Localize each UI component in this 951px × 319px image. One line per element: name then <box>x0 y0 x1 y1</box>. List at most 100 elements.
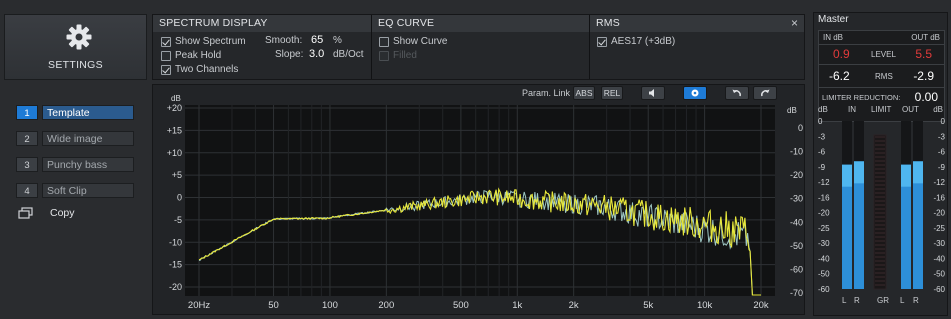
out-meter-header: OUT <box>902 105 919 114</box>
meter-scale-label: -60 <box>818 285 830 293</box>
in-right-meter-peak <box>854 161 864 184</box>
divider <box>819 44 944 45</box>
eq-curve-header: EQ CURVE <box>372 15 589 32</box>
meter-scale-label: -16 <box>933 193 945 202</box>
preset-name: Template <box>42 104 134 120</box>
spectrum-display: Param. Link ABS REL +20 +15 +10 +5 0 -5 -10 -15… <box>152 84 805 315</box>
checkbox-box <box>597 36 607 47</box>
copy-icon <box>18 207 33 219</box>
y2-tick-label: -30 <box>790 194 803 204</box>
y-tick-label: +10 <box>167 148 182 158</box>
y-tick-label: -10 <box>169 237 182 247</box>
meter-db-label-right: dB <box>933 105 943 114</box>
two-channels-label: Two Channels <box>175 64 239 75</box>
filled-checkbox[interactable]: Filled <box>379 49 417 62</box>
preset-number: 3 <box>16 156 38 172</box>
preset-number: 1 <box>16 104 38 120</box>
preset-slot-2[interactable]: 2 Wide image <box>16 130 134 146</box>
y2-tick-label: -10 <box>790 147 803 157</box>
meter-scale-label: -30 <box>933 239 945 248</box>
smooth-value[interactable]: 65 <box>311 34 323 46</box>
options-panel: SPECTRUM DISPLAY EQ CURVE RMS × Show Spe… <box>152 14 805 80</box>
smooth-unit: % <box>333 35 342 46</box>
meter-scale-label: 0 <box>818 117 823 126</box>
y-tick-label: -5 <box>174 215 182 225</box>
in-left-channel-label: L <box>842 296 847 305</box>
two-channels-checkbox[interactable]: Two Channels <box>161 63 238 76</box>
preset-slot-4[interactable]: 4 Soft Clip <box>16 182 134 198</box>
show-curve-checkbox[interactable]: Show Curve <box>379 35 447 48</box>
show-spectrum-label: Show Spectrum <box>175 36 246 47</box>
meter-scale-label: -60 <box>933 285 945 293</box>
out-level-value: 5.5 <box>915 47 932 61</box>
x-tick-label: 200 <box>378 300 394 311</box>
preset-name: Punchy bass <box>42 156 134 172</box>
meter-scale-label: -6 <box>938 148 946 157</box>
meter-scale-label: -6 <box>818 148 826 157</box>
y-tick-label: -20 <box>169 282 182 292</box>
checkbox-box <box>379 50 389 61</box>
out-rms-value: -2.9 <box>913 69 934 83</box>
meter-scale-label: -9 <box>818 163 826 172</box>
limiter-reduction-value: 0.00 <box>914 90 938 104</box>
meter-scale-label: -3 <box>818 132 826 141</box>
out-right-channel-label: R <box>913 296 919 305</box>
y-tick-label: +15 <box>167 125 182 135</box>
y-tick-label: +20 <box>167 103 182 113</box>
meter-scale-label: -20 <box>818 209 830 218</box>
checkbox-box <box>161 50 171 61</box>
gear-icon <box>66 24 92 50</box>
master-title: Master <box>818 14 849 25</box>
in-meter-header: IN <box>848 105 856 114</box>
preset-number: 2 <box>16 130 38 146</box>
right-axis-unit: dB <box>787 106 797 115</box>
x-tick-label: 1k <box>512 300 522 311</box>
preset-slot-3[interactable]: 3 Punchy bass <box>16 156 134 172</box>
meter-scale-label: -25 <box>818 224 830 233</box>
x-tick-label: 5k <box>643 300 653 311</box>
aes17-checkbox[interactable]: AES17 (+3dB) <box>597 35 675 48</box>
meter-scale-label: -50 <box>818 270 830 279</box>
meter-scale-label: -9 <box>938 163 946 172</box>
meter-scale-label: -30 <box>818 239 830 248</box>
show-spectrum-checkbox[interactable]: Show Spectrum <box>161 35 246 48</box>
out-left-meter-peak <box>901 164 911 187</box>
y2-tick-label: -50 <box>790 241 803 251</box>
preset-name: Wide image <box>42 130 134 146</box>
x-tick-label: 20Hz <box>188 300 210 311</box>
level-meters: 0 0 -3 -3 -6 -6 -9 -9 -12 -12 -16 -16 -20 -20 -25 -25 -3… <box>818 117 946 293</box>
in-level-value: 0.9 <box>833 47 850 61</box>
gain-reduction-label: GR <box>877 296 889 305</box>
settings-button[interactable]: SETTINGS <box>4 14 147 80</box>
preset-name: Soft Clip <box>42 182 134 198</box>
out-left-channel-label: L <box>900 296 905 305</box>
slope-unit: dB/Oct <box>333 49 364 60</box>
preset-slot-1[interactable]: 1 Template <box>16 104 134 120</box>
meter-db-label-left: dB <box>818 105 828 114</box>
meter-scale-label: -25 <box>933 224 945 233</box>
in-right-channel-label: R <box>854 296 860 305</box>
y-tick-label: +5 <box>172 170 182 180</box>
filled-label: Filled <box>393 50 417 61</box>
y2-tick-label: 0 <box>798 123 803 133</box>
copy-button[interactable]: Copy <box>18 207 75 219</box>
copy-label: Copy <box>50 207 75 219</box>
divider <box>819 64 944 65</box>
y2-tick-label: -20 <box>790 170 803 180</box>
checkbox-box <box>379 36 389 47</box>
slope-value[interactable]: 3.0 <box>309 48 324 60</box>
checkbox-box <box>161 36 171 47</box>
settings-label: SETTINGS <box>48 59 103 71</box>
meter-scale-label: -40 <box>933 254 945 263</box>
meter-scale-label: -12 <box>933 178 945 187</box>
level-label: LEVEL <box>871 50 896 59</box>
divider <box>819 87 944 88</box>
y-tick-label: -15 <box>169 260 182 270</box>
meter-scale-label: -3 <box>938 132 946 141</box>
in-db-label: IN dB <box>823 33 844 42</box>
rms-header: RMS <box>590 15 804 32</box>
close-icon[interactable]: × <box>791 16 798 30</box>
y2-tick-label: -40 <box>790 217 803 227</box>
peak-hold-label: Peak Hold <box>175 50 222 61</box>
peak-hold-checkbox[interactable]: Peak Hold <box>161 49 221 62</box>
